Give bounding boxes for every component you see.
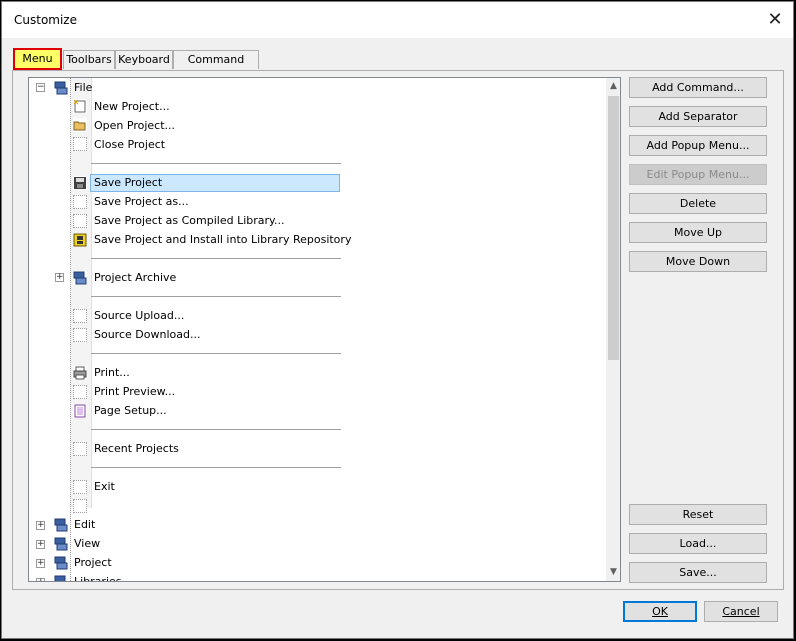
vertical-scrollbar[interactable]: ▲ ▼	[606, 78, 620, 581]
expand-icon[interactable]: +	[36, 578, 45, 581]
expand-icon[interactable]: +	[55, 273, 64, 282]
ok-button[interactable]: OK	[623, 601, 697, 622]
menu-separator[interactable]	[91, 467, 341, 468]
menu-item-source-download[interactable]: Source Download...	[94, 326, 200, 344]
blank-icon	[73, 195, 87, 209]
tab-command-icons[interactable]: Command Icons	[173, 50, 259, 84]
menu-item-save-project[interactable]: Save Project	[94, 174, 162, 192]
blank-icon	[73, 442, 87, 456]
scrollbar-thumb[interactable]	[608, 96, 619, 360]
blank-icon	[73, 137, 87, 151]
cancel-button[interactable]: Cancel	[704, 601, 778, 622]
tree-root-libraries[interactable]: Libraries	[74, 573, 122, 581]
cancel-label: Cancel	[722, 605, 760, 618]
menu-item-print[interactable]: Print...	[94, 364, 130, 382]
tree-root-file[interactable]: File	[74, 79, 92, 97]
close-icon[interactable]: ✕	[762, 8, 788, 32]
blank-icon	[73, 499, 87, 513]
tab-keyboard[interactable]: Keyboard	[115, 50, 173, 69]
collapse-icon[interactable]: −	[36, 83, 45, 92]
scroll-down-icon[interactable]: ▼	[606, 565, 620, 580]
menu-item-source-upload[interactable]: Source Upload...	[94, 307, 184, 325]
tree-root-view[interactable]: View	[74, 535, 100, 553]
add-separator-button[interactable]: Add Separator	[629, 106, 767, 127]
title-bar: Customize ✕	[2, 2, 793, 38]
blank-icon	[73, 309, 87, 323]
scroll-up-icon[interactable]: ▲	[606, 79, 620, 94]
load-button[interactable]: Load...	[629, 533, 767, 554]
move-down-button[interactable]: Move Down	[629, 251, 767, 272]
menu-item-save-install-repository[interactable]: Save Project and Install into Library Re…	[94, 231, 351, 249]
tree-root-edit[interactable]: Edit	[74, 516, 95, 534]
save-icon	[73, 176, 87, 190]
open-folder-icon	[73, 118, 87, 132]
new-project-icon	[73, 99, 87, 113]
menu-separator[interactable]	[91, 429, 341, 430]
expand-icon[interactable]: +	[36, 559, 45, 568]
menu-folder-icon	[54, 537, 68, 551]
add-command-button[interactable]: Add Command...	[629, 77, 767, 98]
menu-item-print-preview[interactable]: Print Preview...	[94, 383, 175, 401]
menu-item-save-compiled-library[interactable]: Save Project as Compiled Library...	[94, 212, 284, 230]
menu-item-save-project-as[interactable]: Save Project as...	[94, 193, 189, 211]
menu-separator[interactable]	[91, 163, 341, 164]
menu-item-page-setup[interactable]: Page Setup...	[94, 402, 167, 420]
expand-icon[interactable]: +	[36, 540, 45, 549]
delete-button[interactable]: Delete	[629, 193, 767, 214]
menu-folder-icon	[54, 575, 68, 581]
menu-item-exit[interactable]: Exit	[94, 478, 115, 496]
menu-folder-icon	[54, 518, 68, 532]
menu-item-open-project[interactable]: Open Project...	[94, 117, 175, 135]
expand-icon[interactable]: +	[36, 521, 45, 530]
blank-icon	[73, 385, 87, 399]
menu-separator[interactable]	[91, 353, 341, 354]
menu-tree[interactable]: − File New Project... Open Project... Cl…	[28, 77, 621, 582]
save-button[interactable]: Save...	[629, 562, 767, 583]
menu-item-project-archive[interactable]: Project Archive	[94, 269, 176, 287]
printer-icon	[73, 366, 87, 380]
move-up-button[interactable]: Move Up	[629, 222, 767, 243]
menu-item-new-project[interactable]: New Project...	[94, 98, 170, 116]
tree-root-project[interactable]: Project	[74, 554, 112, 572]
menu-separator[interactable]	[91, 258, 341, 259]
window-title: Customize	[14, 13, 77, 27]
menu-separator[interactable]	[91, 296, 341, 297]
reset-button[interactable]: Reset	[629, 504, 767, 525]
library-repository-icon	[73, 233, 87, 247]
blank-icon	[73, 480, 87, 494]
menu-folder-icon	[54, 556, 68, 570]
page-setup-icon	[73, 404, 87, 418]
edit-popup-menu-button[interactable]: Edit Popup Menu...	[629, 164, 767, 185]
menu-item-close-project[interactable]: Close Project	[94, 136, 165, 154]
menu-item-recent-projects[interactable]: Recent Projects	[94, 440, 179, 458]
add-popup-menu-button[interactable]: Add Popup Menu...	[629, 135, 767, 156]
blank-icon	[73, 214, 87, 228]
tab-menu[interactable]: Menu	[13, 48, 62, 70]
blank-icon	[73, 328, 87, 342]
tab-toolbars[interactable]: Toolbars	[63, 50, 115, 69]
menu-folder-icon	[54, 81, 68, 95]
ok-label: OK	[652, 605, 668, 618]
menu-folder-icon	[73, 271, 87, 285]
